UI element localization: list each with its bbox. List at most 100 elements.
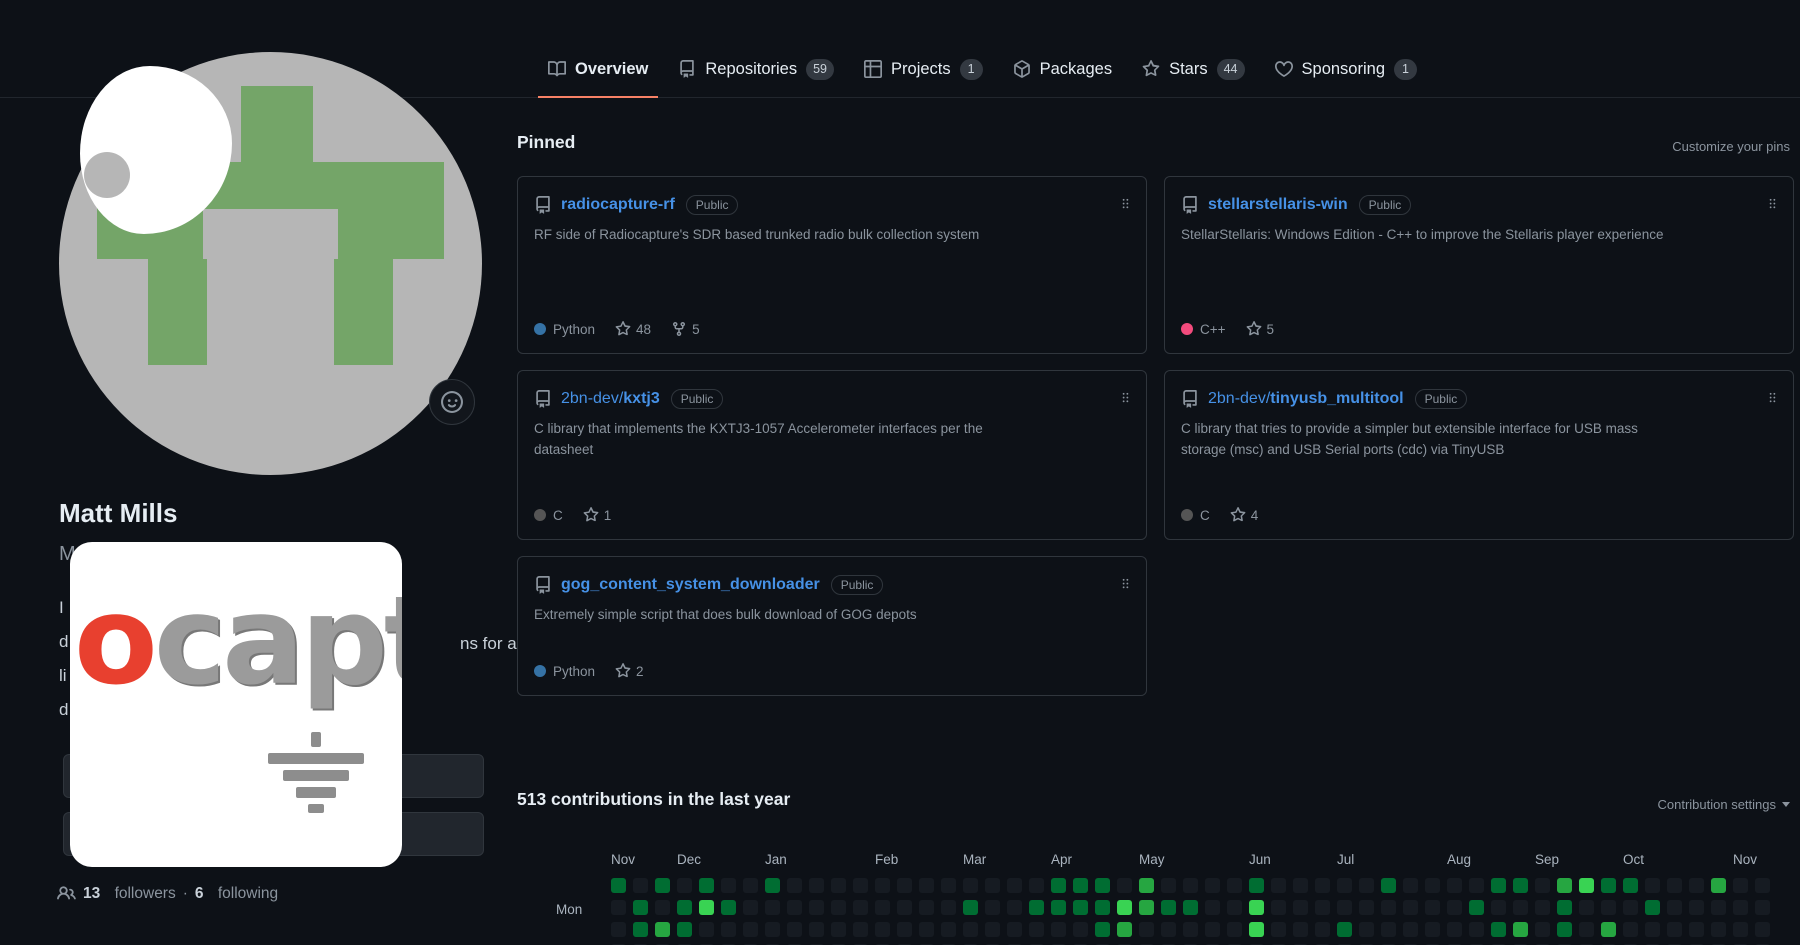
customize-pins-link[interactable]: Customize your pins (1672, 139, 1790, 154)
contribution-cell[interactable] (1249, 900, 1264, 915)
contribution-cell[interactable] (919, 922, 934, 937)
contribution-cell[interactable] (1447, 900, 1462, 915)
contribution-cell[interactable] (941, 878, 956, 893)
contribution-cell[interactable] (1755, 878, 1770, 893)
contribution-cell[interactable] (1601, 922, 1616, 937)
contribution-cell[interactable] (1755, 900, 1770, 915)
contribution-cell[interactable] (611, 922, 626, 937)
drag-handle[interactable] (1118, 390, 1133, 405)
stars-count[interactable]: 5 (1246, 321, 1275, 337)
contribution-cell[interactable] (611, 878, 626, 893)
stars-count[interactable]: 2 (615, 663, 644, 679)
contribution-cell[interactable] (1007, 922, 1022, 937)
contribution-cell[interactable] (1601, 900, 1616, 915)
contribution-cell[interactable] (809, 878, 824, 893)
contribution-cell[interactable] (1645, 900, 1660, 915)
contribution-cell[interactable] (1623, 922, 1638, 937)
contribution-cell[interactable] (677, 878, 692, 893)
forks-count[interactable]: 5 (671, 321, 700, 337)
contribution-cell[interactable] (1535, 878, 1550, 893)
contribution-cell[interactable] (941, 900, 956, 915)
contribution-cell[interactable] (1359, 900, 1374, 915)
contribution-cell[interactable] (699, 922, 714, 937)
contribution-cell[interactable] (941, 922, 956, 937)
tab-repositories[interactable]: Repositories59 (668, 42, 844, 98)
contribution-cell[interactable] (1359, 878, 1374, 893)
contribution-cell[interactable] (1315, 900, 1330, 915)
contribution-cell[interactable] (1337, 900, 1352, 915)
contribution-cell[interactable] (1051, 878, 1066, 893)
contribution-cell[interactable] (1381, 878, 1396, 893)
contribution-cell[interactable] (633, 900, 648, 915)
contribution-cell[interactable] (875, 878, 890, 893)
contribution-cell[interactable] (963, 878, 978, 893)
contribution-cell[interactable] (809, 900, 824, 915)
tab-stars[interactable]: Stars44 (1132, 42, 1254, 98)
contribution-cell[interactable] (1117, 878, 1132, 893)
drag-handle[interactable] (1118, 196, 1133, 211)
contribution-cell[interactable] (1469, 900, 1484, 915)
contribution-cell[interactable] (1183, 900, 1198, 915)
contribution-cell[interactable] (1579, 900, 1594, 915)
contribution-cell[interactable] (1271, 900, 1286, 915)
contribution-cell[interactable] (1579, 878, 1594, 893)
contribution-cell[interactable] (1227, 878, 1242, 893)
following-link[interactable]: 6 following (195, 885, 278, 903)
contribution-cell[interactable] (633, 922, 648, 937)
contribution-cell[interactable] (963, 900, 978, 915)
drag-handle[interactable] (1765, 390, 1780, 405)
contribution-cell[interactable] (1359, 922, 1374, 937)
contribution-cell[interactable] (1535, 922, 1550, 937)
contribution-cell[interactable] (985, 900, 1000, 915)
contribution-cell[interactable] (655, 922, 670, 937)
contribution-cell[interactable] (1513, 878, 1528, 893)
contribution-cell[interactable] (809, 922, 824, 937)
contribution-cell[interactable] (1249, 922, 1264, 937)
contribution-cell[interactable] (1315, 922, 1330, 937)
contribution-cell[interactable] (1667, 878, 1682, 893)
contribution-cell[interactable] (1447, 878, 1462, 893)
contribution-cell[interactable] (1557, 900, 1572, 915)
contribution-cell[interactable] (1161, 878, 1176, 893)
contribution-cell[interactable] (787, 878, 802, 893)
contribution-cell[interactable] (1689, 878, 1704, 893)
repo-link[interactable]: stellarstellaris-win (1208, 196, 1348, 214)
contribution-cell[interactable] (1095, 878, 1110, 893)
contribution-cell[interactable] (1623, 878, 1638, 893)
contribution-cell[interactable] (1227, 900, 1242, 915)
contribution-cell[interactable] (1645, 878, 1660, 893)
contribution-cell[interactable] (1601, 878, 1616, 893)
contribution-cell[interactable] (1293, 878, 1308, 893)
contribution-cell[interactable] (1645, 922, 1660, 937)
contribution-cell[interactable] (1667, 900, 1682, 915)
contribution-cell[interactable] (1007, 900, 1022, 915)
contribution-cell[interactable] (1733, 922, 1748, 937)
drag-handle[interactable] (1765, 196, 1780, 211)
contribution-cell[interactable] (721, 900, 736, 915)
contribution-cell[interactable] (1183, 878, 1198, 893)
contribution-cell[interactable] (1227, 922, 1242, 937)
contribution-cell[interactable] (743, 878, 758, 893)
contribution-cell[interactable] (1403, 922, 1418, 937)
contribution-cell[interactable] (1095, 900, 1110, 915)
contribution-cell[interactable] (919, 878, 934, 893)
contribution-cell[interactable] (743, 900, 758, 915)
contribution-cell[interactable] (897, 900, 912, 915)
contribution-cell[interactable] (1337, 878, 1352, 893)
contribution-cell[interactable] (1469, 878, 1484, 893)
contribution-cell[interactable] (1073, 900, 1088, 915)
contribution-cell[interactable] (677, 922, 692, 937)
contribution-cell[interactable] (721, 878, 736, 893)
contribution-cell[interactable] (1469, 922, 1484, 937)
contribution-cell[interactable] (1447, 922, 1462, 937)
contribution-cell[interactable] (853, 878, 868, 893)
contribution-cell[interactable] (655, 878, 670, 893)
contribution-cell[interactable] (765, 900, 780, 915)
contribution-cell[interactable] (875, 900, 890, 915)
contribution-cell[interactable] (1689, 922, 1704, 937)
set-status-button[interactable] (429, 379, 475, 425)
contribution-cell[interactable] (611, 900, 626, 915)
contribution-cell[interactable] (787, 900, 802, 915)
contribution-cell[interactable] (1557, 922, 1572, 937)
contribution-cell[interactable] (1425, 922, 1440, 937)
